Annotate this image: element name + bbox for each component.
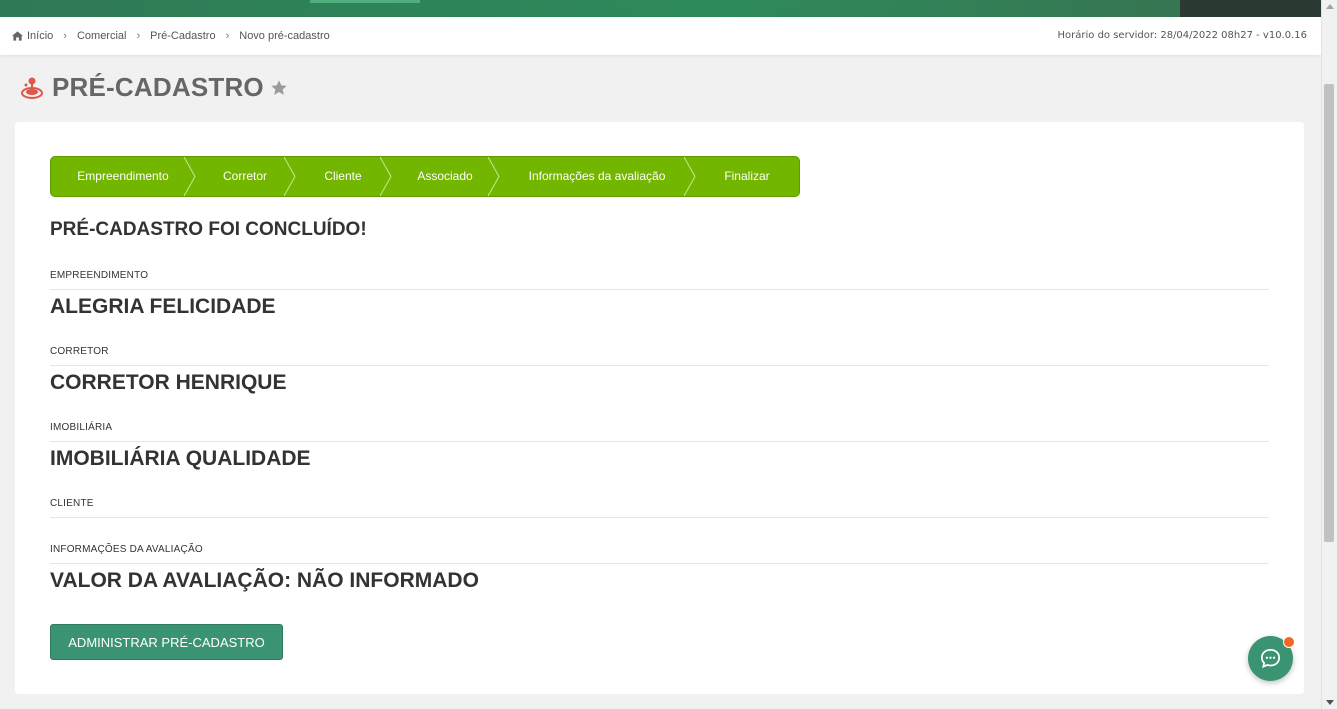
wizard-step-label: Empreendimento [77,169,169,183]
corretor-label: CORRETOR [50,346,109,357]
imobiliaria-value: IMOBILIÁRIA QUALIDADE [50,447,311,470]
divider [50,517,1269,518]
wizard-step-finalizar[interactable]: Finalizar [695,157,799,196]
breadcrumb: Início › Comercial › Pré-Cadastro › Novo… [12,30,330,42]
notification-dot [1283,636,1295,648]
home-icon [12,31,23,41]
divider [50,289,1269,290]
breadcrumb-comercial[interactable]: Comercial [77,30,127,42]
breadcrumb-pre-cadastro[interactable]: Pré-Cadastro [150,30,215,42]
administrar-pre-cadastro-button[interactable]: ADMINISTRAR PRÉ-CADASTRO [50,624,283,660]
breadcrumb-current: Novo pré-cadastro [239,30,330,42]
chat-icon [1261,649,1280,669]
chevron-right-icon: › [225,30,230,42]
wizard-step-associado[interactable]: Associado [391,157,500,196]
wizard-step-label: Corretor [222,169,267,183]
top-header-bar [0,0,1322,17]
page-scrollbar[interactable] [1321,0,1337,709]
wizard-step-informacoes-avaliacao[interactable]: Informações da avaliação [499,157,696,196]
wizard-step-label: Associado [417,169,473,183]
server-time: Horário do servidor: 28/04/2022 08h27 - … [1057,30,1307,41]
wizard-step-corretor[interactable]: Corretor [195,157,296,196]
wizard-step-empreendimento[interactable]: Empreendimento [51,157,196,196]
wizard-step-label: Informações da avaliação [528,169,666,183]
divider [50,365,1269,366]
page-title: PRÉ-CADASTRO [52,72,264,102]
breadcrumb-inicio[interactable]: Início [27,30,53,42]
page-header: PRÉ-CADASTRO [20,72,288,103]
corretor-value: CORRETOR HENRIQUE [50,371,287,394]
header-right-block [1180,0,1322,17]
chat-button[interactable] [1248,636,1295,681]
empreendimento-label: EMPREENDIMENTO [50,270,149,281]
cliente-label: CLIENTE [50,498,94,509]
wizard-steps: Empreendimento Corretor Cliente Associad… [50,156,800,197]
avaliacao-value: VALOR DA AVALIAÇÃO: NÃO INFORMADO [50,569,479,592]
scroll-up-icon[interactable] [1326,4,1334,9]
joystick-icon [21,77,43,99]
empreendimento-value: ALEGRIA FELICIDADE [50,295,276,318]
content-card: Empreendimento Corretor Cliente Associad… [15,122,1304,694]
imobiliaria-label: IMOBILIÁRIA [50,422,113,433]
divider [50,563,1269,564]
chevron-right-icon: › [63,30,67,42]
completion-heading: PRÉ-CADASTRO FOI CONCLUÍDO! [50,219,367,240]
header-accent [310,0,420,3]
breadcrumb-bar: Início › Comercial › Pré-Cadastro › Novo… [0,17,1322,55]
star-icon[interactable] [270,79,288,97]
divider [50,441,1269,442]
wizard-step-cliente[interactable]: Cliente [295,157,392,196]
chevron-right-icon: › [136,30,141,42]
avaliacao-label: INFORMAÇÕES DA AVALIAÇÃO [50,544,203,555]
wizard-step-label: Cliente [324,169,362,183]
scrollbar-thumb[interactable] [1324,84,1334,542]
wizard-step-label: Finalizar [724,169,770,183]
scroll-down-icon[interactable] [1326,700,1334,705]
